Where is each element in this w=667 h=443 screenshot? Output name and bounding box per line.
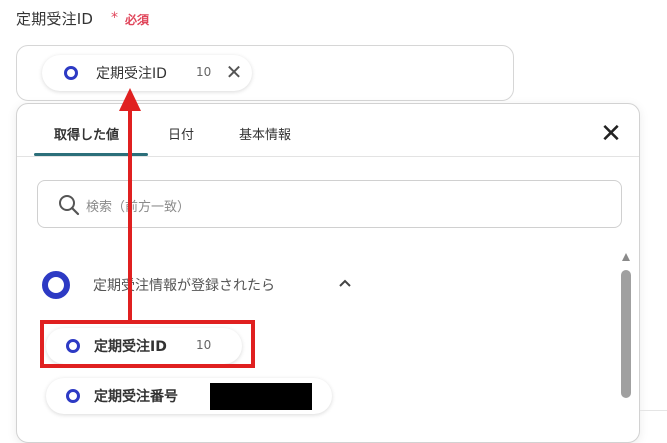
ring-icon [42,271,70,299]
field-label: 定期受注ID [16,10,94,28]
background-divider [640,410,667,411]
search-placeholder: 検索（前方一致） [86,200,191,215]
chip-count: 10 [196,65,212,79]
close-icon[interactable]: ✕ [597,120,625,148]
selected-value-chip[interactable]: 定期受注ID 10 ✕ [42,55,252,91]
value-dot-icon [66,389,80,403]
search-input[interactable]: 検索（前方一致） [37,180,622,228]
chevron-up-icon[interactable] [337,276,353,290]
chip-name: 定期受注ID [96,66,167,82]
tab-divider [17,156,639,157]
tab-date[interactable]: 日付 [168,124,194,143]
value-dot-icon [64,66,78,80]
annotation-highlight-box [40,320,255,368]
close-icon[interactable]: ✕ [222,59,246,85]
required-text: 必須 [125,13,150,27]
redacted-value [210,383,312,410]
value-item-name: 定期受注番号 [94,389,178,405]
tab-basic-info[interactable]: 基本情報 [239,124,291,143]
search-icon [59,195,80,216]
required-star: * [111,10,118,26]
scrollbar-thumb[interactable] [621,270,631,398]
group-label[interactable]: 定期受注情報が登録されたら [93,275,275,295]
tab-acquired-values[interactable]: 取得した値 [54,124,119,143]
scroll-up-arrow-icon[interactable] [621,252,631,262]
